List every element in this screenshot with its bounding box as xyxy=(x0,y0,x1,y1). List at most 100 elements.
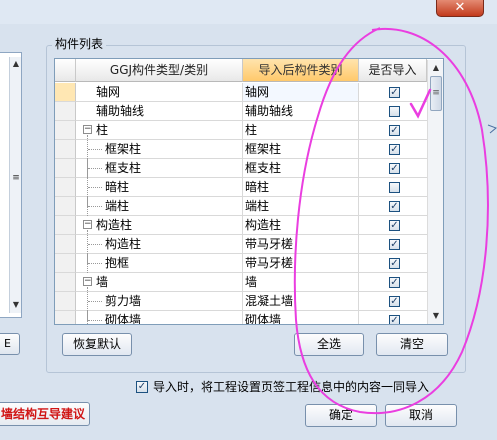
collapse-icon[interactable]: − xyxy=(83,220,92,229)
tree-connector xyxy=(87,230,88,264)
row-number-cell[interactable] xyxy=(55,83,76,102)
table-cell-target[interactable]: 柱 xyxy=(243,121,359,140)
table-cell-type[interactable]: 辅助轴线 xyxy=(76,102,243,121)
header-import-flag[interactable]: 是否导入 xyxy=(359,59,427,82)
table-cell-type[interactable]: − 构造柱 xyxy=(76,216,243,235)
tree-connector xyxy=(87,135,88,207)
check-icon: ✓ xyxy=(390,315,399,325)
scroll-up-icon[interactable]: ▲ xyxy=(430,63,442,73)
row-number-header xyxy=(55,59,76,82)
table-cell-import: ✓ xyxy=(359,311,427,325)
import-checkbox[interactable]: ✓ xyxy=(389,125,400,136)
check-icon: ✓ xyxy=(390,220,399,231)
row-number-cell[interactable] xyxy=(55,159,76,178)
import-checkbox[interactable] xyxy=(389,106,400,117)
table-cell-type[interactable]: − 墙 xyxy=(76,273,243,292)
table-cell-type[interactable]: 剪力墙 xyxy=(76,292,243,311)
import-checkbox[interactable]: ✓ xyxy=(389,201,400,212)
row-number-cell[interactable] xyxy=(55,292,76,311)
table-cell-target[interactable]: 构造柱 xyxy=(243,216,359,235)
table-cell-import: ✓ xyxy=(359,254,427,273)
table-cell-type[interactable]: 端柱 xyxy=(76,197,243,216)
table-cell-type[interactable]: 暗柱 xyxy=(76,178,243,197)
import-project-info-checkbox[interactable]: ✓ xyxy=(136,381,148,393)
left-panel-button[interactable]: E xyxy=(0,333,20,355)
import-checkbox[interactable]: ✓ xyxy=(389,258,400,269)
tree-branch xyxy=(88,244,102,246)
scroll-up-icon[interactable]: ▲ xyxy=(10,59,22,69)
check-icon: ✓ xyxy=(390,163,399,174)
scroll-grip-icon[interactable]: ≡ xyxy=(10,173,22,183)
table-cell-type[interactable]: 框架柱 xyxy=(76,140,243,159)
table-cell-target[interactable]: 砌体墙 xyxy=(243,311,359,324)
scroll-down-icon[interactable]: ▼ xyxy=(430,311,442,321)
wall-structure-suggestion-button[interactable]: 墙结构互导建议 xyxy=(0,402,90,426)
scroll-thumb[interactable]: ≡ xyxy=(430,76,442,111)
table-scrollbar[interactable]: ▲ ≡ ▼ xyxy=(427,60,443,324)
left-scrollbar[interactable]: ▲ ≡ ▼ xyxy=(9,57,21,313)
tree-connector xyxy=(87,287,88,321)
row-number-cell[interactable] xyxy=(55,121,76,140)
table-cell-type[interactable]: 轴网 xyxy=(76,83,243,102)
restore-default-button[interactable]: 恢复默认 xyxy=(62,333,132,356)
import-checkbox[interactable]: ✓ xyxy=(389,163,400,174)
import-checkbox[interactable]: ✓ xyxy=(389,144,400,155)
cancel-button[interactable]: 取消 xyxy=(385,404,457,427)
tree-branch xyxy=(88,320,102,322)
scroll-down-icon[interactable]: ▼ xyxy=(10,300,22,310)
table-cell-type[interactable]: 构造柱 xyxy=(76,235,243,254)
import-checkbox[interactable]: ✓ xyxy=(389,315,400,325)
import-checkbox[interactable]: ✓ xyxy=(389,239,400,250)
clear-button[interactable]: 清空 xyxy=(376,333,448,356)
table-cell-target[interactable]: 框支柱 xyxy=(243,159,359,178)
table-cell-target[interactable]: 端柱 xyxy=(243,197,359,216)
import-project-info-label: 导入时，将工程设置页签工程信息中的内容一同导入 xyxy=(153,380,430,394)
tree-branch xyxy=(88,149,102,151)
table-cell-target[interactable]: 辅助轴线 xyxy=(243,102,359,121)
import-checkbox[interactable]: ✓ xyxy=(389,220,400,231)
tree-branch xyxy=(88,187,102,189)
table-cell-target[interactable]: 暗柱 xyxy=(243,178,359,197)
component-name: 剪力墙 xyxy=(105,294,142,308)
component-name: 框架柱 xyxy=(105,142,142,156)
ok-button[interactable]: 确定 xyxy=(305,404,377,427)
row-number-cell[interactable] xyxy=(55,140,76,159)
table-cell-type[interactable]: 框支柱 xyxy=(76,159,243,178)
table-cell-type[interactable]: 抱框 xyxy=(76,254,243,273)
table-cell-target[interactable]: 轴网 xyxy=(243,83,359,102)
header-import-category[interactable]: 导入后构件类别 xyxy=(243,59,359,82)
row-number-cell[interactable] xyxy=(55,273,76,292)
collapse-icon[interactable]: − xyxy=(83,125,92,134)
tree-branch xyxy=(88,206,102,208)
table-cell-target[interactable]: 带马牙槎 xyxy=(243,254,359,273)
table-cell-import: ✓ xyxy=(359,273,427,292)
row-number-cell[interactable] xyxy=(55,102,76,121)
table-cell-target[interactable]: 带马牙槎 xyxy=(243,235,359,254)
table-cell-type[interactable]: − 柱 xyxy=(76,121,243,140)
row-number-cell[interactable] xyxy=(55,311,76,324)
table-cell-import: ✓ xyxy=(359,235,427,254)
check-icon: ✓ xyxy=(390,125,399,136)
tree-branch xyxy=(88,301,102,303)
table-cell-type[interactable]: 砌体墙 xyxy=(76,311,243,324)
table-cell-target[interactable]: 混凝土墙 xyxy=(243,292,359,311)
row-number-cell[interactable] xyxy=(55,235,76,254)
row-number-cell[interactable] xyxy=(55,216,76,235)
collapse-icon[interactable]: − xyxy=(83,277,92,286)
table-cell-target[interactable]: 框架柱 xyxy=(243,140,359,159)
row-number-cell[interactable] xyxy=(55,197,76,216)
table-cell-target[interactable]: 墙 xyxy=(243,273,359,292)
table-cell-import: ✓ xyxy=(359,197,427,216)
select-all-button[interactable]: 全选 xyxy=(294,333,364,356)
import-checkbox[interactable]: ✓ xyxy=(389,277,400,288)
import-checkbox[interactable] xyxy=(389,182,400,193)
row-number-cell[interactable] xyxy=(55,254,76,273)
close-button[interactable]: ✕ xyxy=(436,0,484,17)
table-cell-import: ✓ xyxy=(359,140,427,159)
import-checkbox[interactable]: ✓ xyxy=(389,87,400,98)
row-number-cell[interactable] xyxy=(55,178,76,197)
import-checkbox[interactable]: ✓ xyxy=(389,296,400,307)
component-name: 轴网 xyxy=(96,85,121,99)
component-name: 暗柱 xyxy=(105,180,130,194)
header-ggj-type[interactable]: GGJ构件类型/类别 xyxy=(76,59,243,82)
